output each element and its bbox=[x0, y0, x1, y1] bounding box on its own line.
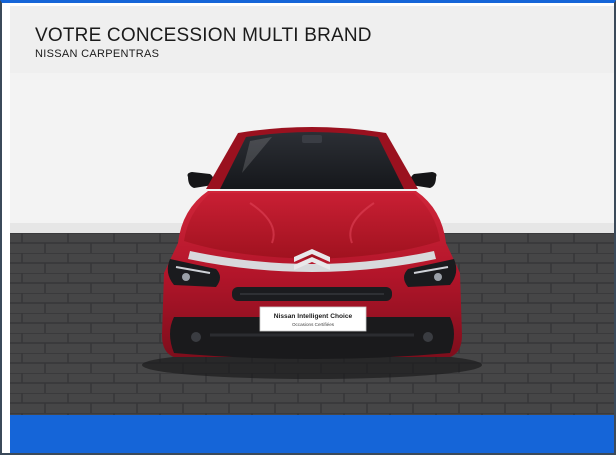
bottom-action-bar[interactable] bbox=[10, 415, 614, 453]
dealer-title: VOTRE CONCESSION MULTI BRAND bbox=[35, 25, 372, 46]
plate-line-2: Occasions Certifiées bbox=[292, 322, 335, 327]
dealer-subtitle: NISSAN CARPENTRAS bbox=[35, 48, 160, 60]
vehicle-photo[interactable]: Nissan Intelligent Choice Occasions Cert… bbox=[10, 73, 614, 415]
vehicle-photo-illustration: Nissan Intelligent Choice Occasions Cert… bbox=[10, 73, 614, 415]
plate-line-1: Nissan Intelligent Choice bbox=[274, 313, 353, 320]
app-frame: VOTRE CONCESSION MULTI BRAND NISSAN CARP… bbox=[0, 0, 616, 455]
dealer-header: VOTRE CONCESSION MULTI BRAND NISSAN CARP… bbox=[10, 6, 614, 73]
